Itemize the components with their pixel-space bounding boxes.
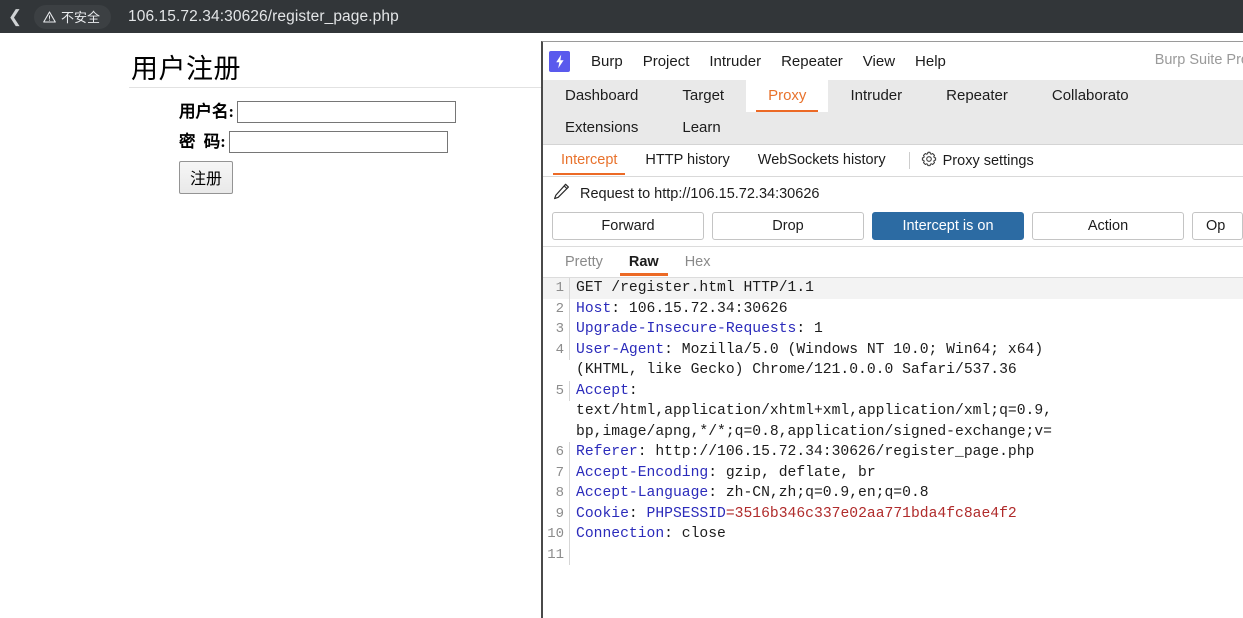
menu-view[interactable]: View: [853, 50, 905, 73]
burp-lightning-icon: [549, 50, 570, 72]
view-tab-pretty[interactable]: Pretty: [552, 250, 616, 275]
subtab-intercept[interactable]: Intercept: [547, 147, 631, 175]
request-line-text: Accept-Language: zh-CN,zh;q=0.9,en;q=0.8: [576, 485, 929, 501]
product-name-label: Burp Suite Pro: [1154, 52, 1243, 68]
menu-help[interactable]: Help: [905, 50, 956, 73]
tab-intruder[interactable]: Intruder: [828, 80, 924, 112]
intercept-toggle-button[interactable]: Intercept is on: [872, 212, 1024, 240]
request-line-text: (KHTML, like Gecko) Chrome/121.0.0.0 Saf…: [576, 362, 1017, 378]
request-line: text/html,application/xhtml+xml,applicat…: [543, 401, 1243, 422]
subtab-websockets-history[interactable]: WebSockets history: [744, 147, 900, 174]
open-browser-button[interactable]: Op: [1192, 212, 1243, 240]
line-number: 4: [543, 339, 570, 360]
line-number: 9: [543, 503, 570, 524]
request-line: bp,image/apng,*/*;q=0.8,application/sign…: [543, 422, 1243, 443]
request-line-text: Accept:: [576, 382, 638, 399]
menu-repeater[interactable]: Repeater: [771, 50, 853, 73]
intercepted-request-bar: Request to http://106.15.72.34:30626: [543, 177, 1243, 210]
username-label: 用户名:: [179, 101, 234, 121]
tab-extensions[interactable]: Extensions: [543, 112, 660, 144]
request-line: 11: [543, 544, 1243, 565]
pencil-icon: [552, 182, 571, 206]
request-line: 1 GET /register.html HTTP/1.1: [543, 278, 1243, 299]
security-label: 不安全: [61, 11, 101, 26]
forward-button[interactable]: Forward: [552, 212, 704, 240]
line-number: 8: [543, 483, 570, 504]
request-line: 8 Accept-Language: zh-CN,zh;q=0.9,en;q=0.…: [543, 483, 1243, 504]
raw-request-editor[interactable]: 1 GET /register.html HTTP/1.1 2 Host: 106.1…: [543, 277, 1243, 578]
tab-target[interactable]: Target: [660, 80, 746, 112]
request-line: 10 Connection: close: [543, 524, 1243, 545]
page-title: 用户注册: [131, 54, 241, 84]
tab-collaborator[interactable]: Collaborato: [1030, 80, 1151, 112]
request-line-text: GET /register.html HTTP/1.1: [576, 280, 814, 296]
request-line: (KHTML, like Gecko) Chrome/121.0.0.0 Saf…: [543, 360, 1243, 381]
list-item-username: 用户名:: [179, 101, 456, 123]
list-item-submit: 注册: [179, 161, 456, 194]
request-line-text: Host: 106.15.72.34:30626: [576, 300, 788, 317]
line-number: 2: [543, 298, 570, 319]
request-line-text: Accept-Encoding: gzip, deflate, br: [576, 464, 876, 481]
menu-intruder[interactable]: Intruder: [699, 50, 771, 73]
request-line: 5 Accept:: [543, 380, 1243, 401]
tab-dashboard[interactable]: Dashboard: [543, 80, 660, 112]
menu-burp[interactable]: Burp: [581, 50, 633, 73]
request-line-text: Referer: http://106.15.72.34:30626/regis…: [576, 444, 1035, 460]
request-line: 4 User-Agent: Mozilla/5.0 (Windows NT 10.…: [543, 339, 1243, 360]
request-line: 7 Accept-Encoding: gzip, deflate, br: [543, 462, 1243, 483]
proxy-settings-button[interactable]: Proxy settings: [921, 151, 1034, 171]
request-line-text: Connection: close: [576, 526, 726, 542]
subtab-divider: [908, 152, 910, 169]
subtab-http-history[interactable]: HTTP history: [631, 147, 743, 174]
tab-repeater[interactable]: Repeater: [924, 80, 1030, 112]
username-input[interactable]: [237, 101, 456, 123]
password-label: 密 码:: [179, 131, 226, 151]
burp-menu-bar: Burp Project Intruder Repeater View Help…: [543, 42, 1243, 80]
drop-button[interactable]: Drop: [712, 212, 864, 240]
request-line-text: bp,image/apng,*/*;q=0.8,application/sign…: [576, 423, 1052, 440]
request-line: 3 Upgrade-Insecure-Requests: 1: [543, 319, 1243, 340]
line-number: 1: [543, 278, 570, 299]
request-line: 9 Cookie: PHPSESSID=3516b346c337e02aa771b…: [543, 503, 1243, 524]
proxy-sub-tabs: Intercept HTTP history WebSockets histor…: [543, 145, 1243, 177]
burp-suite-window: Burp Project Intruder Repeater View Help…: [541, 41, 1243, 618]
back-chevron-icon[interactable]: ❮: [2, 8, 28, 25]
tab-learn[interactable]: Learn: [660, 112, 742, 144]
request-line-text: Cookie: PHPSESSID=3516b346c337e02aa771bd…: [576, 505, 1017, 522]
browser-toolbar: ❮ 不安全 106.15.72.34:30626/register_page.p…: [0, 0, 1243, 33]
gear-icon: [921, 151, 937, 171]
site-security-chip[interactable]: 不安全: [34, 4, 112, 29]
request-target-label: Request to http://106.15.72.34:30626: [580, 185, 820, 202]
request-line-text: User-Agent: Mozilla/5.0 (Windows NT 10.0…: [576, 341, 1044, 358]
view-tab-raw[interactable]: Raw: [616, 250, 672, 276]
line-number: 3: [543, 319, 570, 340]
registration-form-list: 用户名: 密 码: 注册: [157, 101, 456, 202]
register-submit-button[interactable]: 注册: [179, 161, 234, 194]
request-line: 2 Host: 106.15.72.34:30626: [543, 298, 1243, 319]
proxy-settings-label: Proxy settings: [942, 152, 1034, 169]
list-item-password: 密 码:: [179, 131, 456, 153]
request-line-text: Upgrade-Insecure-Requests: 1: [576, 321, 823, 337]
warning-triangle-icon: [43, 10, 56, 23]
message-view-tabs: Pretty Raw Hex: [543, 247, 1243, 277]
line-number: 10: [543, 524, 570, 545]
line-number: 7: [543, 462, 570, 483]
tab-proxy[interactable]: Proxy: [746, 80, 829, 112]
line-number: 11: [543, 544, 570, 565]
burp-main-tabs: Dashboard Target Proxy Intruder Repeater…: [543, 80, 1243, 145]
intercept-action-bar: Forward Drop Intercept is on Action Op: [543, 210, 1243, 247]
line-number: 6: [543, 442, 570, 463]
request-line-text: text/html,application/xhtml+xml,applicat…: [576, 403, 1052, 419]
address-bar-url[interactable]: 106.15.72.34:30626/register_page.php: [128, 8, 399, 26]
menu-project[interactable]: Project: [633, 50, 700, 73]
action-button[interactable]: Action: [1032, 212, 1184, 240]
request-line: 6 Referer: http://106.15.72.34:30626/regi…: [543, 442, 1243, 463]
line-number: 5: [543, 380, 570, 401]
password-input[interactable]: [228, 131, 448, 153]
view-tab-hex[interactable]: Hex: [672, 250, 724, 275]
